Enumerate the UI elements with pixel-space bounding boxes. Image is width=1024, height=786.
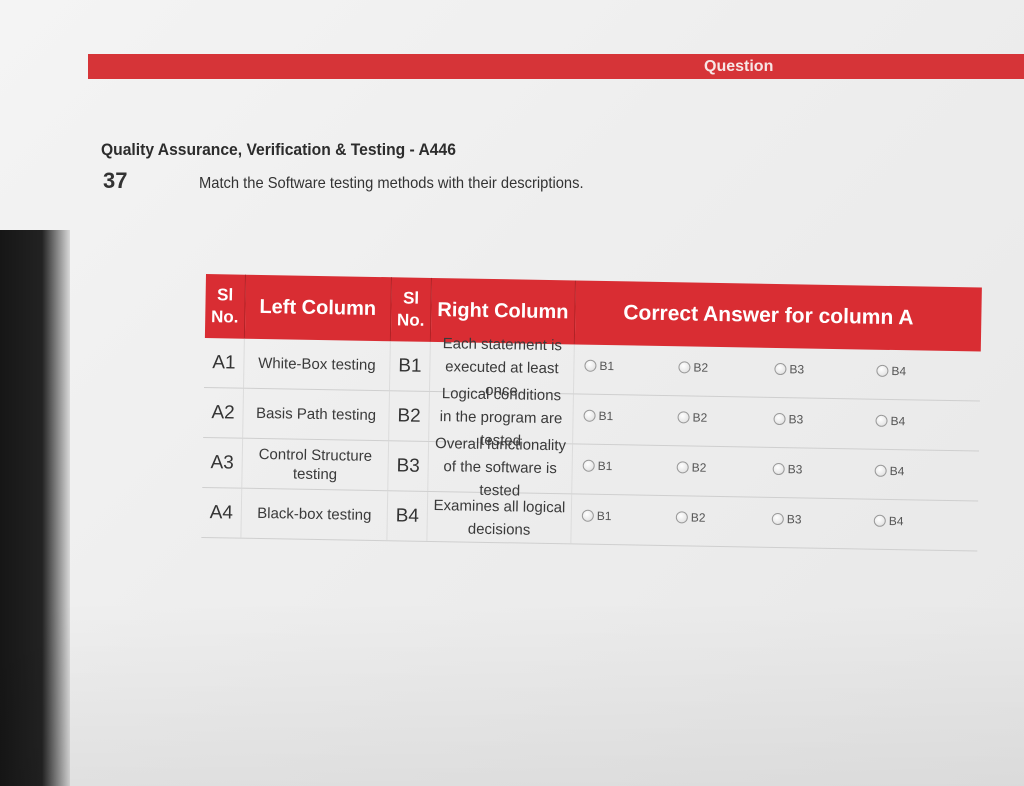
option-b1-radio[interactable]: B1 (581, 508, 612, 524)
option-b1-radio[interactable]: B1 (582, 458, 613, 474)
radio-icon[interactable] (773, 412, 786, 426)
header-no-label: No. (210, 307, 239, 327)
radio-icon[interactable] (874, 464, 887, 477)
option-label: B4 (891, 363, 907, 379)
left-item: Basis Path testing (243, 388, 390, 441)
radio-icon[interactable] (678, 361, 691, 374)
right-item: Overall functionality of the software is… (428, 435, 574, 500)
header-sl-no-b: Sl No. (390, 277, 432, 342)
answer-options: B1 B2 B3 B4 (572, 444, 979, 500)
option-b2-radio[interactable]: B2 (676, 460, 707, 475)
header-left-column: Left Column (244, 274, 392, 342)
option-b3-radio[interactable]: B3 (771, 512, 802, 527)
option-label: B4 (888, 513, 904, 529)
option-label: B1 (597, 458, 613, 474)
radio-icon[interactable] (774, 362, 787, 376)
radio-icon[interactable] (581, 509, 594, 522)
option-label: B1 (598, 408, 614, 424)
option-b2-radio[interactable]: B2 (677, 410, 707, 425)
option-label: B2 (690, 510, 706, 525)
a-code: A4 (201, 487, 243, 538)
question-header-bar (88, 54, 1024, 79)
option-label: B3 (789, 362, 805, 377)
option-label: B3 (786, 512, 802, 527)
b-code: B4 (387, 491, 429, 541)
a-code: A2 (203, 387, 245, 438)
option-label: B2 (691, 460, 707, 475)
option-label: B3 (787, 462, 803, 477)
option-b4-radio[interactable]: B4 (876, 363, 907, 379)
header-sl-label: Sl (216, 285, 234, 305)
radio-icon[interactable] (876, 364, 889, 377)
option-b1-radio[interactable]: B1 (583, 408, 614, 424)
option-label: B4 (889, 463, 905, 479)
left-item: White-Box testing (244, 338, 391, 391)
radio-icon[interactable] (771, 512, 784, 526)
option-b2-radio[interactable]: B2 (675, 510, 706, 525)
option-b3-radio[interactable]: B3 (774, 362, 805, 377)
radio-icon[interactable] (873, 514, 886, 527)
b-code: B2 (389, 391, 430, 441)
radio-icon[interactable] (675, 511, 688, 524)
option-b1-radio[interactable]: B1 (584, 358, 615, 374)
option-b3-radio[interactable]: B3 (772, 462, 803, 477)
radio-icon[interactable] (583, 409, 596, 422)
header-correct-answer: Correct Answer for column A (574, 280, 982, 352)
option-b2-radio[interactable]: B2 (678, 360, 708, 375)
answer-options: B1 B2 B3 B4 (574, 344, 981, 400)
question-header-title: Question (704, 58, 774, 75)
option-label: B1 (599, 358, 615, 374)
radio-icon[interactable] (582, 459, 595, 472)
radio-icon[interactable] (677, 411, 690, 424)
right-item: Examines all logical decisions (427, 491, 573, 544)
option-label: B2 (693, 360, 709, 375)
header-sl-label: Sl (402, 288, 420, 308)
option-b4-radio[interactable]: B4 (873, 513, 904, 529)
screen: Question Quality Assurance, Verification… (0, 0, 1024, 786)
option-label: B3 (788, 412, 804, 427)
question-number: 37 (103, 168, 128, 193)
header-sl-no-a: Sl No. (204, 274, 246, 339)
option-b3-radio[interactable]: B3 (773, 412, 804, 427)
radio-icon[interactable] (772, 462, 785, 476)
option-label: B2 (692, 410, 708, 425)
answer-options: B1 B2 B3 B4 (573, 394, 980, 450)
a-code: A1 (204, 337, 245, 388)
option-b4-radio[interactable]: B4 (874, 463, 905, 479)
b-code: B1 (389, 341, 431, 391)
answer-options: B1 B2 B3 B4 (571, 494, 978, 550)
radio-icon[interactable] (676, 461, 689, 474)
b-code: B3 (388, 441, 430, 491)
match-table: Sl No. Left Column Sl No. Right Column C… (201, 274, 982, 552)
subject-title: Quality Assurance, Verification & Testin… (101, 140, 456, 159)
radio-icon[interactable] (584, 359, 597, 372)
a-code: A3 (202, 437, 244, 488)
option-label: B4 (890, 413, 906, 429)
option-b4-radio[interactable]: B4 (875, 413, 906, 429)
question-text: Match the Software testing methods with … (199, 175, 584, 192)
left-item: Control Structure testing (242, 438, 390, 491)
option-label: B1 (596, 508, 612, 524)
left-item: Black-box testing (241, 488, 389, 541)
header-no-label: No. (396, 310, 425, 330)
screen-shade (0, 600, 1024, 786)
radio-icon[interactable] (875, 414, 888, 427)
